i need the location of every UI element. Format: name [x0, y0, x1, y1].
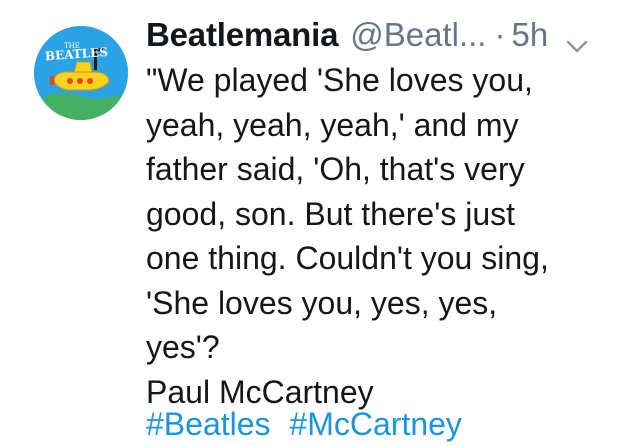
tweet-text-line: yeah, yeah, yeah,' and my [146, 106, 519, 143]
user-handle[interactable]: @Beatl... [350, 15, 486, 55]
separator-dot: · [494, 16, 506, 53]
avatar[interactable]: THE BEATLES [34, 26, 128, 120]
tweet-text-line: good, son. But there's just [146, 195, 515, 232]
tweet-text-line: father said, 'Oh, that's very [146, 151, 525, 187]
display-name[interactable]: Beatlemania [146, 15, 338, 55]
tweet-text-line: one thing. Couldn't you sing, [146, 240, 549, 276]
tweet-text-line: 'She loves you, yes, yes, [146, 284, 498, 321]
hashtag-link[interactable]: #Beatles [146, 406, 271, 442]
tweet-text: "We played 'She loves you, yeah, yeah, y… [146, 58, 626, 414]
hashtag-list: #Beatles #McCartney [146, 402, 462, 446]
chevron-down-icon[interactable] [564, 25, 590, 53]
hashtag-link[interactable]: #McCartney [289, 406, 462, 442]
timestamp[interactable]: 5h [511, 15, 548, 55]
tweet-text-line: "We played 'She loves you, [146, 62, 533, 98]
tweet[interactable]: THE BEATLES Beatlemania @Beatl... · 5h "… [0, 0, 640, 446]
beatles-yellow-submarine-logo-icon: THE BEATLES [34, 26, 128, 120]
tweet-header: Beatlemania @Beatl... · 5h [146, 10, 626, 60]
tweet-text-line: yes'? [146, 329, 220, 365]
